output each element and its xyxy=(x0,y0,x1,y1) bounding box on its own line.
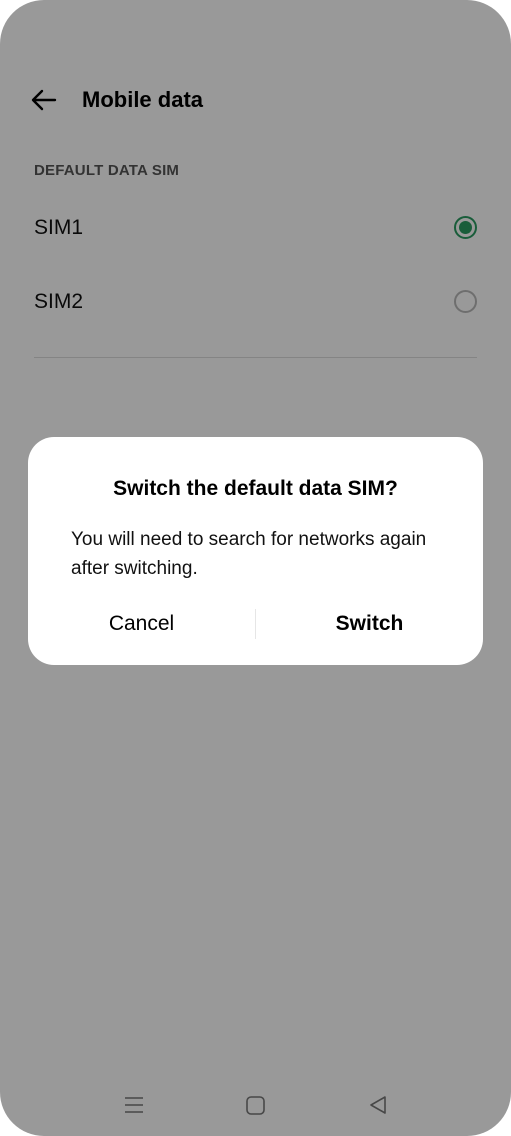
phone-frame: 10:00 Mobile data DEFAULT DATA SIM SIM1 … xyxy=(0,0,511,1136)
dialog-title: Switch the default data SIM? xyxy=(113,477,398,500)
cancel-button[interactable]: Cancel xyxy=(28,605,255,643)
switch-sim-dialog: Switch the default data SIM? You will ne… xyxy=(28,437,483,665)
dialog-buttons: Cancel Switch xyxy=(28,605,483,643)
switch-button[interactable]: Switch xyxy=(256,605,483,643)
dialog-message: You will need to search for networks aga… xyxy=(71,529,427,579)
